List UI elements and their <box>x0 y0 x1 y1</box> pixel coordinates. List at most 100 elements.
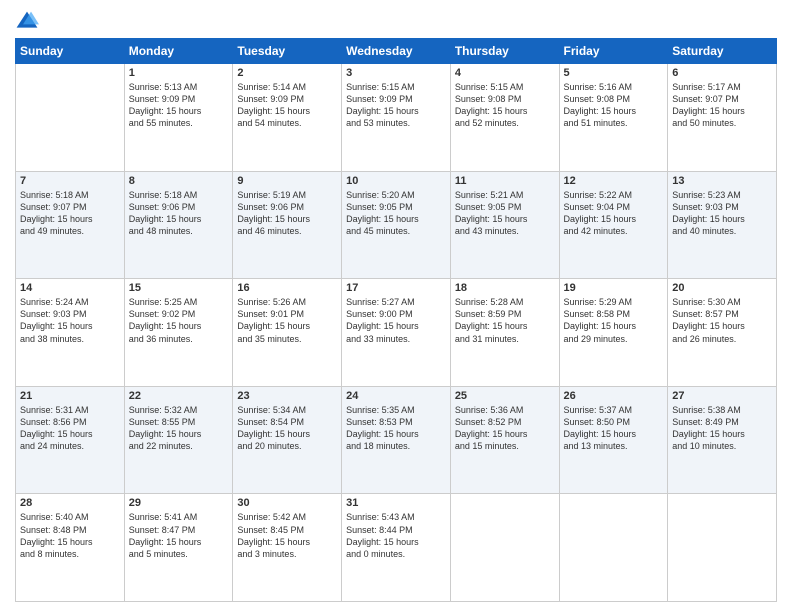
calendar-cell: 18 Sunrise: 5:28 AM Sunset: 8:59 PM Dayli… <box>450 279 559 387</box>
calendar-week-row: 21Sunrise: 5:31 AM Sunset: 8:56 PM Dayli… <box>16 386 777 494</box>
day-number: 18 <box>455 282 555 294</box>
calendar-week-row: 28 Sunrise: 5:40 AM Sunset: 8:48 PM Dayli… <box>16 494 777 602</box>
calendar-cell: 8Sunrise: 5:18 AM Sunset: 9:06 PM Daylig… <box>124 171 233 279</box>
day-info: Sunrise: 5:42 AM Sunset: 8:45 PM Dayligh… <box>237 511 337 560</box>
day-number: 2 <box>237 67 337 79</box>
day-number: 7 <box>20 175 120 187</box>
day-of-week-header: Sunday <box>16 39 125 64</box>
day-of-week-header: Wednesday <box>342 39 451 64</box>
day-info: Sunrise: 5:15 AM Sunset: 9:08 PM Dayligh… <box>455 81 555 130</box>
day-info: Sunrise: 5:28 AM Sunset: 8:59 PM Dayligh… <box>455 296 555 345</box>
calendar-cell: 10 Sunrise: 5:20 AM Sunset: 9:05 PM Dayli… <box>342 171 451 279</box>
day-number: 16 <box>237 282 337 294</box>
day-of-week-header: Thursday <box>450 39 559 64</box>
day-of-week-header: Saturday <box>668 39 777 64</box>
calendar-cell: 21Sunrise: 5:31 AM Sunset: 8:56 PM Dayli… <box>16 386 125 494</box>
day-number: 6 <box>672 67 772 79</box>
calendar-cell <box>16 64 125 172</box>
day-info: Sunrise: 5:24 AM Sunset: 9:03 PM Dayligh… <box>20 296 120 345</box>
day-number: 27 <box>672 390 772 402</box>
day-info: Sunrise: 5:21 AM Sunset: 9:05 PM Dayligh… <box>455 189 555 238</box>
day-number: 15 <box>129 282 229 294</box>
day-number: 14 <box>20 282 120 294</box>
calendar-cell: 11 Sunrise: 5:21 AM Sunset: 9:05 PM Dayli… <box>450 171 559 279</box>
calendar-cell: 20Sunrise: 5:30 AM Sunset: 8:57 PM Dayli… <box>668 279 777 387</box>
calendar-cell: 29 Sunrise: 5:41 AM Sunset: 8:47 PM Dayli… <box>124 494 233 602</box>
day-number: 19 <box>564 282 664 294</box>
day-number: 8 <box>129 175 229 187</box>
calendar-cell: 26Sunrise: 5:37 AM Sunset: 8:50 PM Dayli… <box>559 386 668 494</box>
day-info: Sunrise: 5:41 AM Sunset: 8:47 PM Dayligh… <box>129 511 229 560</box>
calendar-cell: 31 Sunrise: 5:43 AM Sunset: 8:44 PM Dayli… <box>342 494 451 602</box>
calendar-header-row: SundayMondayTuesdayWednesdayThursdayFrid… <box>16 39 777 64</box>
calendar-cell: 19 Sunrise: 5:29 AM Sunset: 8:58 PM Dayli… <box>559 279 668 387</box>
day-info: Sunrise: 5:40 AM Sunset: 8:48 PM Dayligh… <box>20 511 120 560</box>
calendar-cell: 2 Sunrise: 5:14 AM Sunset: 9:09 PM Daylig… <box>233 64 342 172</box>
day-number: 1 <box>129 67 229 79</box>
calendar-week-row: 7 Sunrise: 5:18 AM Sunset: 9:07 PM Daylig… <box>16 171 777 279</box>
day-number: 31 <box>346 497 446 509</box>
day-number: 22 <box>129 390 229 402</box>
day-info: Sunrise: 5:16 AM Sunset: 9:08 PM Dayligh… <box>564 81 664 130</box>
day-number: 24 <box>346 390 446 402</box>
day-info: Sunrise: 5:17 AM Sunset: 9:07 PM Dayligh… <box>672 81 772 130</box>
calendar-week-row: 14 Sunrise: 5:24 AM Sunset: 9:03 PM Dayli… <box>16 279 777 387</box>
calendar-week-row: 1Sunrise: 5:13 AM Sunset: 9:09 PM Daylig… <box>16 64 777 172</box>
logo <box>15 10 43 30</box>
calendar-cell: 5 Sunrise: 5:16 AM Sunset: 9:08 PM Daylig… <box>559 64 668 172</box>
day-info: Sunrise: 5:31 AM Sunset: 8:56 PM Dayligh… <box>20 404 120 453</box>
day-number: 17 <box>346 282 446 294</box>
calendar-cell: 27 Sunrise: 5:38 AM Sunset: 8:49 PM Dayli… <box>668 386 777 494</box>
calendar-cell: 30 Sunrise: 5:42 AM Sunset: 8:45 PM Dayli… <box>233 494 342 602</box>
day-number: 25 <box>455 390 555 402</box>
calendar-cell: 12 Sunrise: 5:22 AM Sunset: 9:04 PM Dayli… <box>559 171 668 279</box>
day-number: 29 <box>129 497 229 509</box>
day-info: Sunrise: 5:32 AM Sunset: 8:55 PM Dayligh… <box>129 404 229 453</box>
day-info: Sunrise: 5:29 AM Sunset: 8:58 PM Dayligh… <box>564 296 664 345</box>
calendar-cell: 25 Sunrise: 5:36 AM Sunset: 8:52 PM Dayli… <box>450 386 559 494</box>
calendar-cell: 9 Sunrise: 5:19 AM Sunset: 9:06 PM Daylig… <box>233 171 342 279</box>
calendar-cell: 16 Sunrise: 5:26 AM Sunset: 9:01 PM Dayli… <box>233 279 342 387</box>
calendar-cell <box>668 494 777 602</box>
day-info: Sunrise: 5:20 AM Sunset: 9:05 PM Dayligh… <box>346 189 446 238</box>
day-number: 28 <box>20 497 120 509</box>
logo-icon <box>15 10 39 30</box>
calendar-cell: 3Sunrise: 5:15 AM Sunset: 9:09 PM Daylig… <box>342 64 451 172</box>
calendar-cell: 22 Sunrise: 5:32 AM Sunset: 8:55 PM Dayli… <box>124 386 233 494</box>
calendar-cell: 23Sunrise: 5:34 AM Sunset: 8:54 PM Dayli… <box>233 386 342 494</box>
day-info: Sunrise: 5:22 AM Sunset: 9:04 PM Dayligh… <box>564 189 664 238</box>
calendar-cell: 28 Sunrise: 5:40 AM Sunset: 8:48 PM Dayli… <box>16 494 125 602</box>
day-info: Sunrise: 5:19 AM Sunset: 9:06 PM Dayligh… <box>237 189 337 238</box>
calendar-cell: 14 Sunrise: 5:24 AM Sunset: 9:03 PM Dayli… <box>16 279 125 387</box>
calendar-cell: 7 Sunrise: 5:18 AM Sunset: 9:07 PM Daylig… <box>16 171 125 279</box>
calendar-cell: 15 Sunrise: 5:25 AM Sunset: 9:02 PM Dayli… <box>124 279 233 387</box>
day-number: 11 <box>455 175 555 187</box>
header <box>15 10 777 30</box>
calendar-cell: 1Sunrise: 5:13 AM Sunset: 9:09 PM Daylig… <box>124 64 233 172</box>
day-info: Sunrise: 5:43 AM Sunset: 8:44 PM Dayligh… <box>346 511 446 560</box>
day-number: 4 <box>455 67 555 79</box>
day-info: Sunrise: 5:35 AM Sunset: 8:53 PM Dayligh… <box>346 404 446 453</box>
day-of-week-header: Tuesday <box>233 39 342 64</box>
day-info: Sunrise: 5:23 AM Sunset: 9:03 PM Dayligh… <box>672 189 772 238</box>
day-number: 20 <box>672 282 772 294</box>
page: SundayMondayTuesdayWednesdayThursdayFrid… <box>0 0 792 612</box>
day-number: 5 <box>564 67 664 79</box>
day-number: 30 <box>237 497 337 509</box>
calendar-cell: 17 Sunrise: 5:27 AM Sunset: 9:00 PM Dayli… <box>342 279 451 387</box>
day-number: 3 <box>346 67 446 79</box>
day-info: Sunrise: 5:38 AM Sunset: 8:49 PM Dayligh… <box>672 404 772 453</box>
calendar-cell: 24 Sunrise: 5:35 AM Sunset: 8:53 PM Dayli… <box>342 386 451 494</box>
day-info: Sunrise: 5:37 AM Sunset: 8:50 PM Dayligh… <box>564 404 664 453</box>
day-of-week-header: Monday <box>124 39 233 64</box>
day-info: Sunrise: 5:14 AM Sunset: 9:09 PM Dayligh… <box>237 81 337 130</box>
day-info: Sunrise: 5:36 AM Sunset: 8:52 PM Dayligh… <box>455 404 555 453</box>
day-number: 10 <box>346 175 446 187</box>
day-number: 9 <box>237 175 337 187</box>
day-info: Sunrise: 5:26 AM Sunset: 9:01 PM Dayligh… <box>237 296 337 345</box>
day-number: 12 <box>564 175 664 187</box>
day-info: Sunrise: 5:25 AM Sunset: 9:02 PM Dayligh… <box>129 296 229 345</box>
day-info: Sunrise: 5:27 AM Sunset: 9:00 PM Dayligh… <box>346 296 446 345</box>
calendar-cell <box>559 494 668 602</box>
day-info: Sunrise: 5:18 AM Sunset: 9:07 PM Dayligh… <box>20 189 120 238</box>
